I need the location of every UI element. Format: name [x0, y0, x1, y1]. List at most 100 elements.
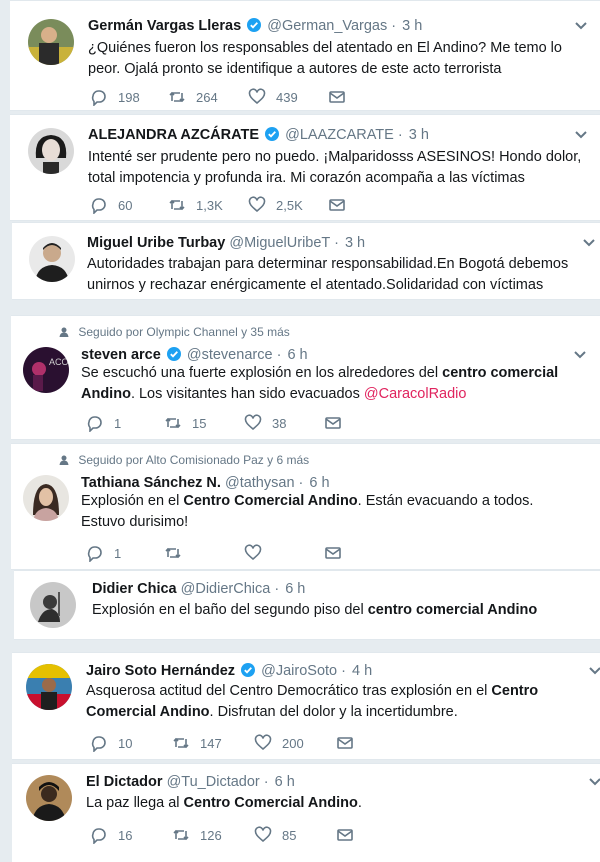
avatar[interactable] — [26, 775, 72, 821]
author-name[interactable]: Jairo Soto Hernández — [86, 663, 235, 679]
heart-icon — [244, 414, 262, 431]
author-name[interactable]: Didier Chica — [92, 581, 177, 597]
retweet-count: 126 — [200, 827, 222, 843]
retweet-button[interactable]: 15 — [164, 413, 206, 433]
reply-button[interactable]: 60 — [90, 195, 132, 215]
reply-count: 1 — [114, 415, 122, 431]
dm-button[interactable] — [324, 413, 352, 433]
author-handle[interactable]: @Tu_Dictador — [167, 774, 260, 790]
author-name[interactable]: ALEJANDRA AZCÁRATE — [88, 127, 259, 143]
timestamp[interactable]: 3 h — [409, 127, 429, 143]
timestamp[interactable]: 6 h — [309, 475, 329, 491]
chevron-down-icon[interactable] — [574, 130, 588, 140]
avatar[interactable] — [26, 664, 72, 710]
chevron-down-icon[interactable] — [573, 350, 587, 360]
author-handle[interactable]: @MiguelUribeT — [229, 235, 330, 251]
timestamp[interactable]: 3 h — [402, 18, 422, 34]
tweet-card[interactable]: Germán Vargas Lleras @German_Vargas · 3 … — [10, 0, 600, 111]
avatar[interactable] — [28, 128, 74, 174]
like-button[interactable] — [244, 543, 272, 563]
envelope-icon — [325, 417, 341, 429]
like-count: 200 — [282, 735, 304, 751]
chevron-down-icon[interactable] — [582, 238, 596, 248]
tweet-card[interactable]: ALEJANDRA AZCÁRATE @LAAZCARATE · 3 h Int… — [10, 114, 600, 221]
avatar[interactable] — [29, 236, 75, 282]
reply-button[interactable]: 1 — [86, 543, 121, 563]
author-name[interactable]: Tathiana Sánchez N. — [81, 475, 221, 491]
reply-button[interactable]: 1 — [86, 413, 121, 433]
tweet-actions: 1 — [86, 543, 406, 563]
tweet-card[interactable]: Jairo Soto Hernández @JairoSoto · 4 h As… — [12, 652, 600, 760]
timestamp[interactable]: 4 h — [352, 663, 372, 679]
retweet-icon — [169, 91, 185, 103]
like-button[interactable]: 200 — [254, 733, 304, 753]
tweet-card[interactable]: Didier Chica @DidierChica · 6 h Explosió… — [14, 570, 600, 640]
like-button[interactable]: 439 — [248, 87, 298, 107]
cropped-actions — [92, 297, 392, 299]
author-handle[interactable]: @stevenarce — [187, 347, 273, 363]
timestamp[interactable]: 6 h — [285, 581, 305, 597]
chevron-down-icon[interactable] — [588, 666, 600, 676]
retweet-icon — [169, 199, 185, 211]
reply-button[interactable]: 198 — [90, 87, 140, 107]
retweet-button[interactable]: 264 — [168, 87, 218, 107]
avatar[interactable] — [28, 19, 74, 65]
tweet-text: Intenté ser prudente pero no puedo. ¡Mal… — [88, 149, 582, 186]
tweet-card[interactable]: Seguido por Alto Comisionado Paz y 6 más… — [11, 443, 600, 570]
like-button[interactable]: 2,5K — [248, 195, 303, 215]
tweet-actions: 1 15 38 — [86, 413, 406, 433]
reply-button[interactable]: 10 — [90, 733, 132, 753]
verified-badge-icon — [247, 18, 262, 32]
reply-icon — [91, 90, 106, 106]
avatar[interactable] — [23, 475, 69, 521]
tweet-card[interactable]: Miguel Uribe Turbay @MiguelUribeT · 3 h … — [12, 222, 600, 300]
heart-icon — [244, 544, 262, 561]
author-name[interactable]: steven arce — [81, 347, 161, 363]
tweet-text: Asquerosa actitud del Centro Democrático… — [86, 683, 539, 720]
reply-icon — [87, 546, 102, 562]
avatar[interactable] — [30, 582, 76, 628]
retweet-icon — [165, 417, 181, 429]
tweet-header: ALEJANDRA AZCÁRATE @LAAZCARATE · 3 h — [88, 127, 429, 143]
tweet-text: Explosión en el baño del segundo piso de… — [92, 602, 538, 618]
author-name[interactable]: Miguel Uribe Turbay — [87, 235, 225, 251]
reply-button[interactable]: 16 — [90, 825, 132, 845]
like-button[interactable]: 85 — [254, 825, 296, 845]
chevron-down-icon[interactable] — [588, 777, 600, 787]
tweet-card[interactable]: Seguido por Olympic Channel y 35 más ACO… — [11, 315, 600, 440]
retweet-button[interactable]: 1,3K — [168, 195, 223, 215]
retweet-button[interactable]: 147 — [172, 733, 222, 753]
author-handle[interactable]: @LAAZCARATE — [285, 127, 394, 143]
author-handle[interactable]: @JairoSoto — [261, 663, 337, 679]
heart-icon — [254, 826, 272, 843]
envelope-icon — [337, 829, 353, 841]
dm-button[interactable] — [328, 87, 356, 107]
dm-button[interactable] — [324, 543, 352, 563]
author-handle[interactable]: @DidierChica — [181, 581, 271, 597]
author-name[interactable]: El Dictador — [86, 774, 163, 790]
verified-badge-icon — [265, 127, 280, 141]
verified-badge-icon — [241, 663, 256, 677]
dm-button[interactable] — [336, 733, 364, 753]
dm-button[interactable] — [336, 825, 364, 845]
tweet-card[interactable]: El Dictador @Tu_Dictador · 6 h La paz ll… — [12, 763, 600, 862]
cropped-actions — [96, 637, 396, 639]
like-button[interactable]: 38 — [244, 413, 286, 433]
context-text: Seguido por Alto Comisionado Paz y 6 más — [78, 453, 310, 467]
author-handle[interactable]: @tathysan — [225, 475, 295, 491]
retweet-button[interactable]: 126 — [172, 825, 222, 845]
timestamp[interactable]: 6 h — [275, 774, 295, 790]
timestamp[interactable]: 6 h — [287, 347, 307, 363]
chevron-down-icon[interactable] — [574, 21, 588, 31]
heart-icon — [248, 196, 266, 213]
author-name[interactable]: Germán Vargas Lleras — [88, 18, 241, 34]
avatar[interactable]: ACO — [23, 347, 69, 393]
dm-button[interactable] — [328, 195, 356, 215]
social-context: Seguido por Olympic Channel y 35 más — [59, 325, 290, 339]
retweet-button[interactable] — [164, 543, 192, 563]
timestamp[interactable]: 3 h — [345, 235, 365, 251]
mention-link[interactable]: @CaracolRadio — [364, 386, 467, 402]
author-handle[interactable]: @German_Vargas — [267, 18, 387, 34]
reply-icon — [91, 198, 106, 214]
envelope-icon — [337, 737, 353, 749]
